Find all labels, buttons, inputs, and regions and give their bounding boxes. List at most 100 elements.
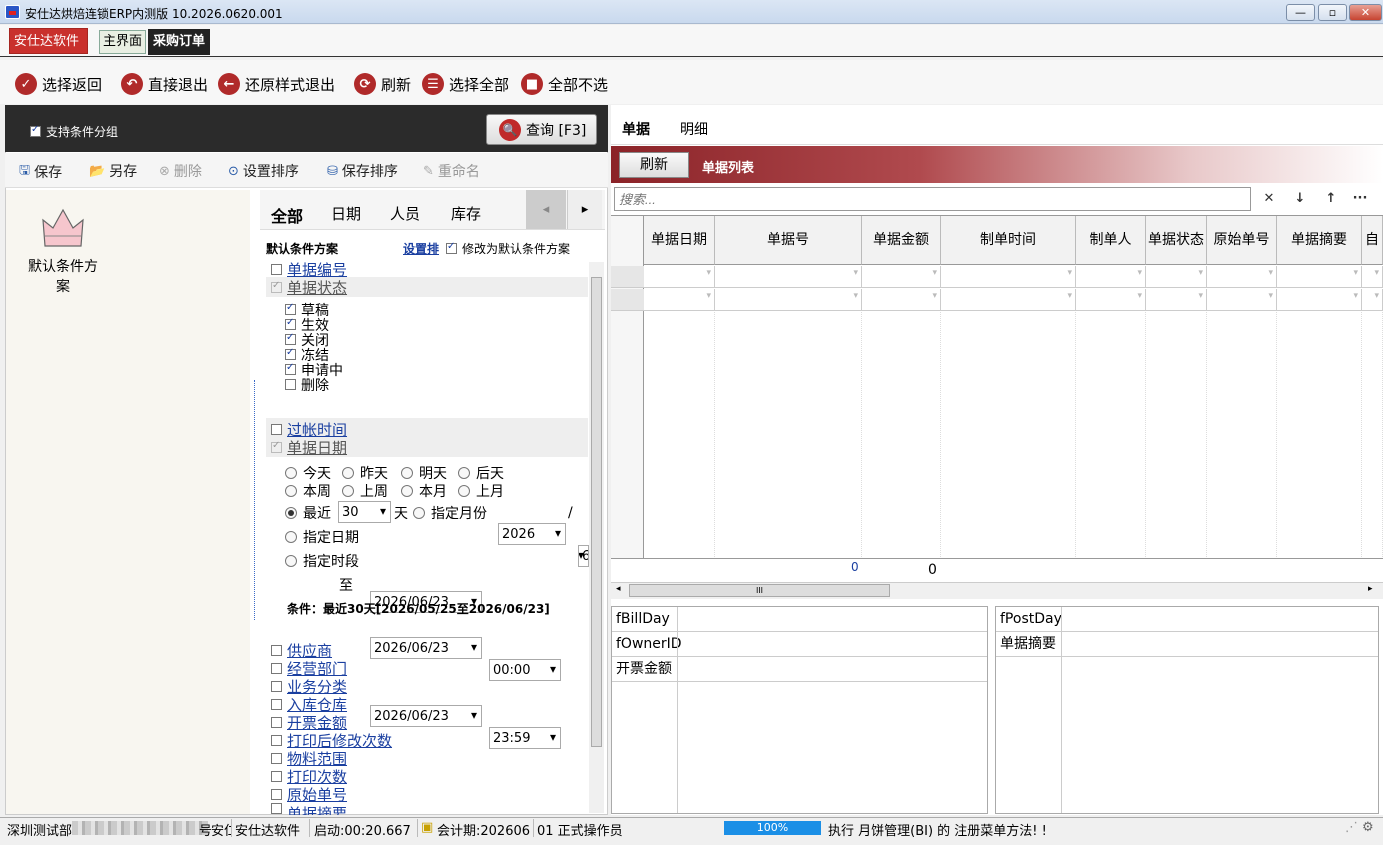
cond-item[interactable]: 开票金额	[271, 713, 347, 732]
save-as-button[interactable]: 📂 另存	[89, 161, 137, 181]
list-refresh-button[interactable]: 刷新	[619, 152, 689, 178]
filter-cell[interactable]	[1146, 266, 1207, 288]
radio-spec-range[interactable]: 指定时段	[285, 553, 359, 570]
set-sort-link[interactable]: 设置排	[403, 240, 439, 257]
scroll-left-icon[interactable]: ◂	[616, 584, 621, 594]
cond-label[interactable]: 单据日期	[287, 437, 347, 458]
cond-item[interactable]: 单据摘要	[271, 803, 347, 815]
tab-inventory[interactable]: 库存	[451, 203, 481, 224]
cond-label[interactable]: 单据摘要	[287, 803, 347, 815]
radio-today[interactable]: 今天	[285, 465, 331, 482]
checkbox-icon[interactable]	[271, 680, 282, 692]
checkbox-icon[interactable]	[271, 698, 282, 710]
grid-cell[interactable]	[862, 289, 941, 311]
radio-yesterday[interactable]: 昨天	[342, 465, 388, 482]
grid-cell[interactable]	[941, 289, 1076, 311]
refresh-button[interactable]: ⟳ 刷新	[354, 72, 411, 96]
select-all-button[interactable]: ☰ 选择全部	[422, 72, 509, 96]
checkbox-icon[interactable]	[271, 662, 282, 674]
filter-cell[interactable]	[862, 266, 941, 288]
radio-last-week[interactable]: 上周	[342, 483, 388, 500]
cond-item[interactable]: 打印后修改次数	[271, 731, 392, 750]
radio-tomorrow[interactable]: 明天	[401, 465, 447, 482]
radio-last-month[interactable]: 上月	[458, 483, 504, 500]
grid-cell[interactable]	[1362, 289, 1383, 311]
column-header[interactable]: 单据摘要	[1277, 216, 1362, 265]
recent-days-select[interactable]: 30	[338, 501, 391, 523]
grid-cell[interactable]	[1076, 289, 1146, 311]
query-button[interactable]: 🔍 查询 [F3]	[486, 114, 597, 145]
minimize-button[interactable]: —	[1286, 4, 1315, 21]
grid-cell[interactable]	[1146, 289, 1207, 311]
checkbox-icon[interactable]	[271, 770, 282, 782]
save-sort-button[interactable]: ⛁ 保存排序	[327, 161, 398, 181]
checkbox-icon[interactable]	[271, 644, 282, 656]
radio-this-week[interactable]: 本周	[285, 483, 331, 500]
close-button[interactable]: ✕	[1349, 4, 1382, 21]
radio-spec-date[interactable]: 指定日期	[285, 529, 359, 546]
set-sort-button[interactable]: ⊙ 设置排序	[228, 161, 299, 181]
status-option[interactable]: 删除	[285, 377, 329, 394]
filter-cell[interactable]	[941, 266, 1076, 288]
tab-person[interactable]: 人员	[390, 203, 420, 224]
radio-recent[interactable]: 最近	[285, 505, 331, 522]
filter-cell[interactable]	[1207, 266, 1277, 288]
checkbox-icon[interactable]	[271, 263, 282, 275]
search-input[interactable]	[614, 187, 1251, 211]
brand-menu[interactable]: 安仕达软件 ▾	[9, 28, 88, 75]
resize-grip-icon[interactable]: ⋰	[1345, 820, 1358, 835]
checkbox-icon[interactable]	[271, 803, 282, 814]
crown-icon[interactable]	[41, 206, 85, 250]
delete-scheme-button[interactable]: ⊗ 删除	[159, 161, 202, 181]
radio-this-month[interactable]: 本月	[401, 483, 447, 500]
maximize-button[interactable]: ▫	[1318, 4, 1347, 21]
checkbox-icon[interactable]	[271, 752, 282, 764]
support-group-checkbox[interactable]: 支持条件分组	[30, 123, 118, 140]
checkbox-icon[interactable]	[271, 788, 282, 800]
filter-cell[interactable]	[644, 266, 715, 288]
column-header[interactable]: 单据号	[715, 216, 862, 265]
year-select[interactable]: 2026	[498, 523, 566, 545]
grid-cell[interactable]	[644, 289, 715, 311]
cond-label[interactable]: 单据状态	[287, 277, 347, 298]
range-to-time[interactable]: 23:59	[489, 727, 561, 749]
cond-item[interactable]: 供应商	[271, 641, 332, 660]
chevron-left-icon[interactable]: ◂	[526, 190, 566, 229]
user-icon[interactable]: ⚙	[1362, 820, 1374, 835]
tab-document[interactable]: 单据	[622, 119, 650, 139]
scroll-right-icon[interactable]: ▸	[1368, 584, 1373, 594]
scrollbar-thumb[interactable]: III	[629, 584, 890, 597]
radio-day-after[interactable]: 后天	[458, 465, 504, 482]
cond-label[interactable]: 原始单号	[287, 784, 347, 805]
select-return-button[interactable]: ✓ 选择返回	[15, 72, 102, 96]
grid-cell[interactable]	[1277, 289, 1362, 311]
tab-all[interactable]: 全部	[271, 203, 303, 227]
cond-item[interactable]: 打印次数	[271, 767, 347, 786]
checkbox-icon[interactable]	[271, 734, 282, 746]
checkbox-icon[interactable]	[271, 716, 282, 728]
range-from-time[interactable]: 00:00	[489, 659, 561, 681]
range-from-date[interactable]: 2026/06/23	[370, 637, 482, 659]
range-to-date[interactable]: 2026/06/23	[370, 705, 482, 727]
scrollbar-thumb[interactable]	[591, 277, 602, 747]
cond-item[interactable]: 经营部门	[271, 659, 347, 678]
column-header[interactable]: 原始单号	[1207, 216, 1277, 265]
column-header[interactable]: 单据金额	[862, 216, 941, 265]
radio-spec-month[interactable]: 指定月份	[413, 505, 487, 522]
restore-exit-button[interactable]: ← 还原样式退出	[218, 72, 335, 96]
column-header[interactable]: 自	[1362, 216, 1383, 265]
cond-post-time[interactable]: 过帐时间	[271, 420, 347, 439]
more-icon[interactable]: ···	[1350, 191, 1370, 206]
splitter-handle[interactable]	[254, 380, 260, 620]
arrow-up-icon[interactable]: ↑	[1321, 191, 1341, 206]
filter-cell[interactable]	[715, 266, 862, 288]
cond-item[interactable]: 业务分类	[271, 677, 347, 696]
cond-doc-date[interactable]: 单据日期	[271, 437, 347, 458]
filter-cell[interactable]	[1362, 266, 1383, 288]
cond-item[interactable]: 物料范围	[271, 749, 347, 768]
tab-purchase-order[interactable]: 采购订单	[148, 29, 210, 55]
column-header[interactable]: 单据状态	[1146, 216, 1207, 265]
column-header[interactable]: 制单人	[1076, 216, 1146, 265]
checkbox-icon[interactable]	[271, 423, 282, 435]
column-header[interactable]: 制单时间	[941, 216, 1076, 265]
